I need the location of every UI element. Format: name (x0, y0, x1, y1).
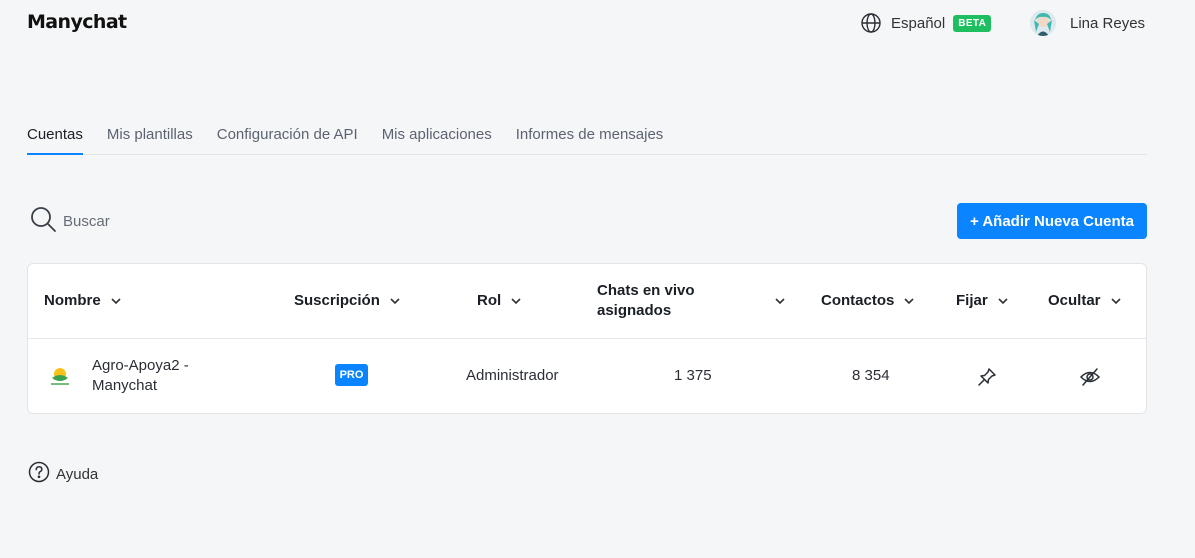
globe-icon (860, 12, 882, 34)
user-name: Lina Reyes (1070, 14, 1146, 32)
account-name-line: Agro-Apoya2 - (92, 357, 189, 374)
column-header-chats[interactable]: Chats en vivo asignados (597, 281, 787, 321)
pin-icon[interactable] (976, 366, 998, 393)
tab-configuracion-api[interactable]: Configuración de API (217, 120, 358, 155)
tabs-bar: Cuentas Mis plantillas Configuración de … (27, 120, 1147, 155)
column-label: Fijar (956, 292, 988, 309)
chevron-down-icon (1109, 294, 1123, 308)
column-header-contactos[interactable]: Contactos (821, 292, 916, 309)
tab-mis-plantillas[interactable]: Mis plantillas (107, 120, 193, 155)
column-label: Suscripción (294, 292, 380, 309)
add-account-button[interactable]: + Añadir Nueva Cuenta (957, 203, 1147, 239)
column-label: Contactos (821, 292, 895, 309)
tab-cuentas[interactable]: Cuentas (27, 120, 83, 155)
column-header-rol[interactable]: Rol (477, 292, 523, 309)
language-selector[interactable]: Español BETA (860, 11, 992, 35)
accounts-table: Nombre Suscripción Rol Chats en vivo asi… (27, 263, 1147, 414)
column-header-ocultar[interactable]: Ocultar (1048, 292, 1123, 309)
help-circle-icon (28, 461, 50, 487)
live-chats-value: 1 375 (674, 367, 712, 384)
column-label: Nombre (44, 292, 101, 309)
contacts-value: 8 354 (852, 367, 890, 384)
tab-mis-aplicaciones[interactable]: Mis aplicaciones (382, 120, 492, 155)
search-icon (29, 205, 57, 237)
column-header-fijar[interactable]: Fijar (956, 292, 1010, 309)
subscription-badge: PRO (335, 364, 368, 386)
account-logo-icon (48, 364, 72, 393)
column-label: Rol (477, 292, 502, 309)
column-label: Ocultar (1048, 292, 1101, 309)
search-placeholder: Buscar (63, 212, 110, 230)
column-header-nombre[interactable]: Nombre (44, 292, 123, 309)
eye-off-icon[interactable] (1079, 366, 1101, 393)
column-header-suscripcion[interactable]: Suscripción (294, 292, 402, 309)
avatar (1030, 10, 1056, 36)
chevron-down-icon (388, 294, 402, 308)
chevron-down-icon (996, 294, 1010, 308)
table-header: Nombre Suscripción Rol Chats en vivo asi… (28, 264, 1146, 339)
chevron-down-icon (773, 294, 787, 308)
help-label: Ayuda (56, 465, 99, 483)
chevron-down-icon (109, 294, 123, 308)
manychat-logo[interactable]: Manychat (27, 11, 127, 33)
language-label: Español (891, 14, 946, 32)
chevron-down-icon (902, 294, 916, 308)
user-menu[interactable]: Lina Reyes (1030, 10, 1145, 36)
account-name[interactable]: Agro-Apoya2 - Manychat (92, 356, 189, 396)
search-input[interactable]: Buscar (29, 207, 110, 235)
beta-badge: BETA (953, 14, 992, 32)
chevron-down-icon (509, 294, 523, 308)
role-value: Administrador (466, 367, 559, 384)
help-link[interactable]: Ayuda (28, 461, 99, 487)
tab-informes-mensajes[interactable]: Informes de mensajes (516, 120, 664, 155)
column-label: Chats en vivo asignados (597, 282, 695, 319)
table-row[interactable]: Agro-Apoya2 - Manychat PRO Administrador… (28, 339, 1146, 414)
account-name-line: Manychat (92, 377, 158, 394)
